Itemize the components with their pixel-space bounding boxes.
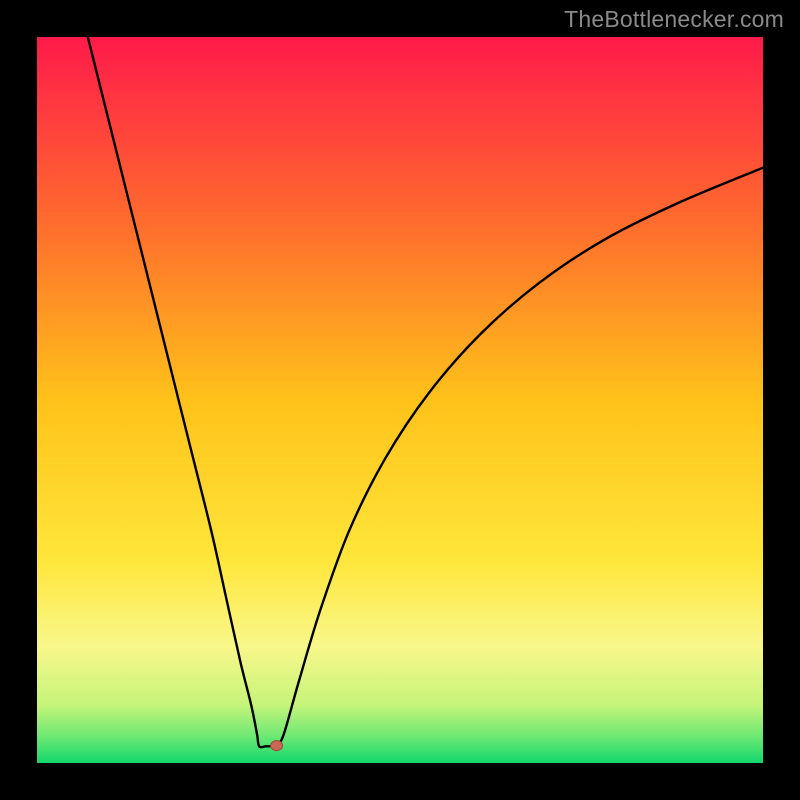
gradient-background (37, 37, 763, 763)
watermark-text: TheBottlenecker.com (564, 6, 784, 33)
plot-area (37, 37, 763, 763)
chart-svg (37, 37, 763, 763)
chart-frame: TheBottlenecker.com (0, 0, 800, 800)
min-marker (271, 741, 283, 751)
